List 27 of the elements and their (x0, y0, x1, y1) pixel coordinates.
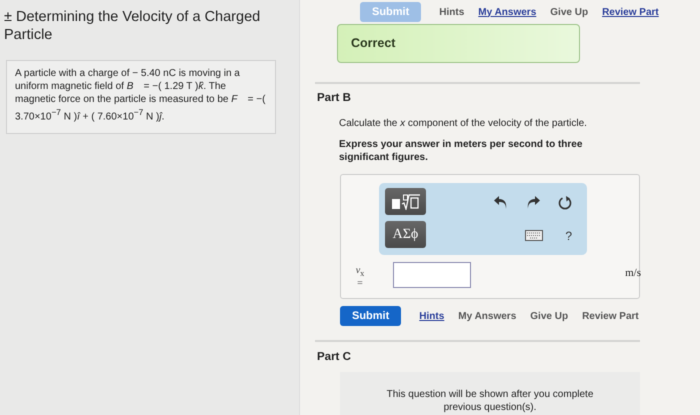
action-link[interactable]: Give Up (530, 310, 568, 322)
unit-label: m/s (625, 267, 641, 280)
action-link[interactable]: Review Part (582, 310, 639, 322)
reset-icon[interactable] (558, 196, 572, 210)
action-link[interactable]: Hints (439, 6, 464, 18)
action-link[interactable]: Give Up (550, 6, 588, 18)
instruction-text: Express your answer in meters per second to three significant figures. (339, 138, 584, 164)
locked-message: This question will be shown after you complete previous question(s). (386, 388, 594, 415)
template-icon (390, 194, 420, 210)
part-heading: Part C (317, 350, 352, 363)
action-link[interactable]: Review Part (602, 6, 659, 18)
help-button[interactable]: ? (565, 228, 572, 243)
problem-statement: A particle with a charge of − 5.40 nC is moving in a uniform magnetic field of B⃗ = −( 1.29 T )k̂. The magnetic force on the particle is measured to be F⃗ = −( 3.70×10$^{−7}$ N )î + ( 7.60×10$^{−7}$ N )ĵ. (6, 60, 276, 134)
problem-title: ± Determining the Velocity of a Charged Particle (4, 8, 262, 44)
question-text: Calculate the x component of the velocity of the particle. (339, 118, 588, 130)
part-heading: Part B (317, 92, 352, 104)
answer-field[interactable] (393, 262, 471, 288)
action-link[interactable]: My Answers (458, 310, 516, 322)
variable-label: v$_{x}$ (356, 265, 364, 278)
template-button[interactable] (385, 188, 426, 216)
action-link[interactable]: My Answers (478, 6, 536, 18)
submit-button[interactable]: Submit (340, 306, 402, 326)
feedback-message: Correct (337, 24, 580, 63)
equals-sign: = (357, 278, 363, 290)
symbols-button[interactable]: ΑΣϕ (385, 221, 426, 248)
action-link[interactable]: Hints (419, 310, 444, 322)
keyboard-icon[interactable] (525, 230, 544, 242)
